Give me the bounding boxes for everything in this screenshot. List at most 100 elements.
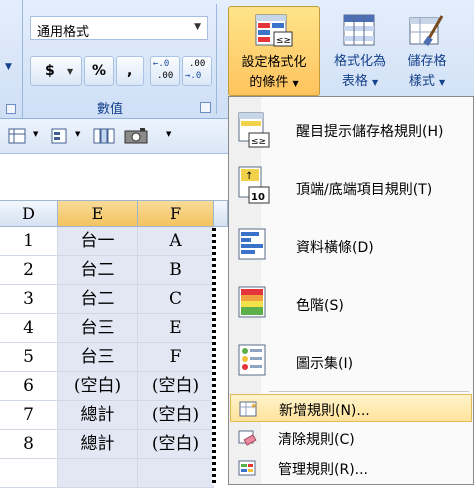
svg-text:↑: ↑ xyxy=(245,171,253,182)
format-as-table-button[interactable]: 格式化為 表格 ▼ xyxy=(326,6,394,96)
cell-f5[interactable]: F xyxy=(138,343,214,372)
cell-f6[interactable]: (空白) xyxy=(138,372,214,401)
menu-item-color-scales[interactable]: 色階(S) xyxy=(230,275,472,331)
percent-label: % xyxy=(92,63,107,79)
cell-d6[interactable]: 6 xyxy=(0,372,58,401)
svg-text:≤≥: ≤≥ xyxy=(276,36,291,46)
number-buttons-row: $ ▼ % , ←.0 .00 .00 →.0 xyxy=(30,56,214,86)
menu-item-icon-sets[interactable]: 圖示集(I) xyxy=(230,333,472,389)
menu-item-label: 色階(S) xyxy=(296,298,344,314)
menu-item-clear-rules[interactable]: 清除規則(C) xyxy=(230,424,472,452)
top-bottom-rules-icon: ↑ 10 xyxy=(238,166,270,204)
column-header-next[interactable] xyxy=(214,201,228,227)
cell-d2[interactable]: 2 xyxy=(0,256,58,285)
cell-f1[interactable]: A xyxy=(138,227,214,256)
menu-item-new-rule[interactable]: ✶ 新增規則(N)... xyxy=(230,394,472,422)
menu-item-label: 頂端/底端項目規則(T) xyxy=(296,182,433,198)
conditional-formatting-button[interactable]: ≤≥ 設定格式化 的條件 ▼ xyxy=(228,6,320,96)
format-as-table-label: 格式化為 表格 ▼ xyxy=(326,52,394,93)
conditional-formatting-menu: ≤≥ 醒目提示儲存格規則(H) ↑ 10 頂端/底端項目規則(T) 資料橫條(D… xyxy=(228,96,474,485)
chevron-down-icon[interactable]: ▼ xyxy=(194,22,201,32)
chevron-down-icon: ▼ xyxy=(372,78,379,87)
increase-decimal-button[interactable]: ←.0 .00 xyxy=(150,56,180,86)
cell-d8[interactable]: 8 xyxy=(0,430,58,459)
ribbon-left-edge: ▼ xyxy=(0,0,23,118)
svg-text:≤≥: ≤≥ xyxy=(251,137,266,147)
format-as-table-icon xyxy=(343,14,375,46)
cell-e1[interactable]: 台一 xyxy=(58,227,138,256)
menu-item-label: 管理規則(R)... xyxy=(278,462,369,478)
menu-item-data-bars[interactable]: 資料橫條(D) xyxy=(230,217,472,273)
column-header-d[interactable]: D xyxy=(0,201,58,227)
currency-button[interactable]: $ ▼ xyxy=(30,56,82,86)
cell-e9[interactable] xyxy=(58,459,138,488)
cell-e7[interactable]: 總計 xyxy=(58,401,138,430)
chevron-down-icon[interactable]: ▼ xyxy=(75,130,80,138)
cell-d3[interactable]: 3 xyxy=(0,285,58,314)
currency-label: $ xyxy=(45,63,55,79)
conditional-formatting-label-line2: 的條件 ▼ xyxy=(229,73,319,94)
cell-f3[interactable]: C xyxy=(138,285,214,314)
cell-e5[interactable]: 台三 xyxy=(58,343,138,372)
highlight-rules-icon: ≤≥ xyxy=(238,112,270,148)
column-header-f[interactable]: F xyxy=(138,201,214,227)
cell-d5[interactable]: 5 xyxy=(0,343,58,372)
cell-f7[interactable]: (空白) xyxy=(138,401,214,430)
cell-f4[interactable]: E xyxy=(138,314,214,343)
conditional-formatting-label: 設定格式化 的條件 ▼ xyxy=(229,53,319,94)
cell-e6[interactable]: (空白) xyxy=(58,372,138,401)
cell-e8[interactable]: 總計 xyxy=(58,430,138,459)
cell-styles-label: 儲存格 樣式 ▼ xyxy=(398,52,456,93)
format-as-table-label-line2: 表格 ▼ xyxy=(326,72,394,93)
comma-button[interactable]: , xyxy=(116,56,144,86)
cell-styles-button[interactable]: 儲存格 樣式 ▼ xyxy=(398,6,456,96)
cell-d9[interactable] xyxy=(0,459,58,488)
chevron-down-icon[interactable]: ▼ xyxy=(67,67,73,76)
cell-d7[interactable]: 7 xyxy=(0,401,58,430)
new-rule-icon: ✶ xyxy=(239,401,258,417)
percent-button[interactable]: % xyxy=(84,56,114,86)
menu-separator xyxy=(269,391,469,392)
column-header-e[interactable]: E xyxy=(58,201,138,227)
cell-f9[interactable] xyxy=(138,459,214,488)
cell-styles-label-line2: 樣式 ▼ xyxy=(398,72,456,93)
cell-f2[interactable]: B xyxy=(138,256,214,285)
chevron-down-icon: ▼ xyxy=(439,78,446,87)
menu-item-label: 醒目提示儲存格規則(H) xyxy=(296,124,444,140)
cell-e3[interactable]: 台二 xyxy=(58,285,138,314)
cell-e4[interactable]: 台三 xyxy=(58,314,138,343)
quick-toolbar: ▼ ▼ ▼ xyxy=(0,119,228,154)
menu-item-manage-rules[interactable]: 管理規則(R)... xyxy=(230,454,472,482)
dialog-launcher-icon[interactable] xyxy=(6,104,16,114)
formula-bar-area[interactable] xyxy=(0,154,228,201)
menu-item-label: 圖示集(I) xyxy=(296,356,354,372)
decrease-decimal-button[interactable]: .00 →.0 xyxy=(182,56,212,86)
dialog-launcher-icon[interactable] xyxy=(200,102,211,113)
manage-rules-icon xyxy=(238,460,256,476)
group-separator xyxy=(216,4,217,114)
menu-item-highlight-rules[interactable]: ≤≥ 醒目提示儲存格規則(H) xyxy=(230,105,472,157)
columns-icon[interactable] xyxy=(92,127,116,145)
decrease-decimal-top: .00 xyxy=(189,59,206,69)
menu-item-top-bottom-rules[interactable]: ↑ 10 頂端/底端項目規則(T) xyxy=(230,159,472,215)
camera-icon[interactable] xyxy=(124,127,150,145)
chevron-down-icon[interactable]: ▼ xyxy=(166,130,171,138)
data-bars-icon xyxy=(238,228,266,260)
cell-d4[interactable]: 4 xyxy=(0,314,58,343)
conditional-formatting-label-line1: 設定格式化 xyxy=(241,55,307,70)
increase-decimal-bottom: .00 xyxy=(157,71,174,81)
form-icon[interactable] xyxy=(8,127,30,145)
menu-item-label: 資料橫條(D) xyxy=(296,240,374,256)
increase-decimal-top: ←.0 xyxy=(153,59,170,69)
svg-text:✶: ✶ xyxy=(250,402,258,412)
chevron-down-icon[interactable]: ▼ xyxy=(33,130,38,138)
conditional-formatting-label-text: 的條件 xyxy=(249,75,289,90)
cell-e2[interactable]: 台二 xyxy=(58,256,138,285)
chevron-down-icon[interactable]: ▼ xyxy=(5,62,12,72)
icon-sets-icon xyxy=(238,344,266,376)
cell-f8[interactable]: (空白) xyxy=(138,430,214,459)
number-format-dropdown[interactable]: 通用格式 ▼ xyxy=(30,16,208,40)
cell-styles-icon xyxy=(409,15,444,46)
cell-d1[interactable]: 1 xyxy=(0,227,58,256)
list-icon[interactable] xyxy=(50,127,72,145)
